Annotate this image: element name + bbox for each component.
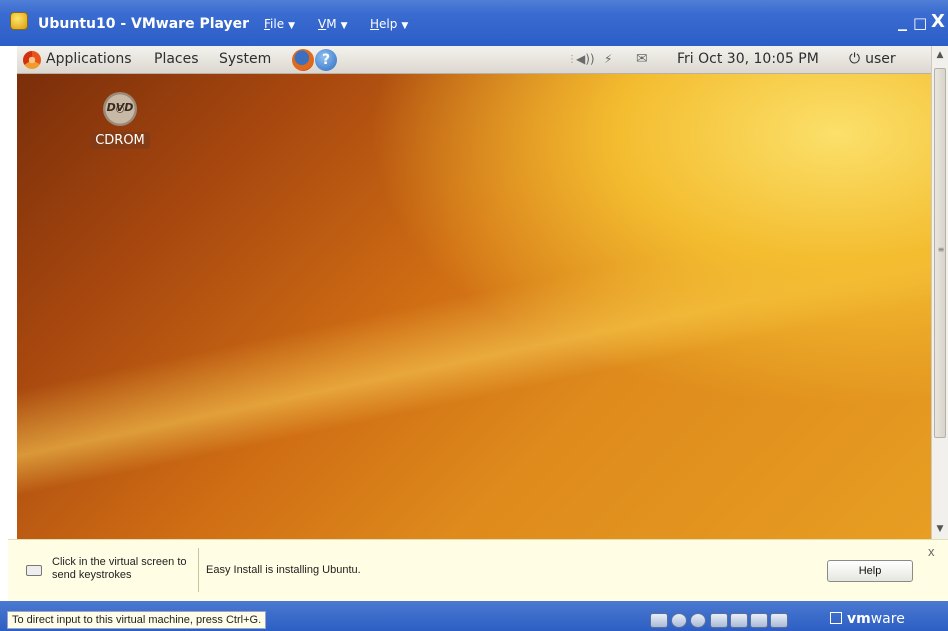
desktop-icon-cdrom[interactable]: DVD CDROM: [87, 92, 153, 149]
chevron-down-icon: ▼: [401, 21, 409, 31]
vmware-box-icon: [830, 612, 842, 624]
mail-icon[interactable]: ✉: [636, 51, 648, 67]
keystroke-hint: Click in the virtual screen to send keys…: [52, 556, 187, 581]
menu-file[interactable]: File ▼: [264, 17, 295, 31]
panel-clock[interactable]: Fri Oct 30, 10:05 PM: [677, 51, 819, 67]
menu-vm[interactable]: VM ▼: [318, 17, 348, 31]
cd-drive-2-icon[interactable]: [690, 613, 706, 628]
scroll-down-icon[interactable]: ▼: [932, 524, 948, 534]
info-bar-close-icon[interactable]: x: [928, 544, 935, 559]
chevron-down-icon: ▼: [340, 21, 348, 31]
info-bar: Click in the virtual screen to send keys…: [8, 539, 948, 601]
power-icon: ⏻: [849, 51, 861, 67]
divider: [198, 548, 199, 592]
help-icon[interactable]: ?: [315, 49, 337, 71]
menu-applications[interactable]: Applications: [46, 51, 132, 67]
user-name: user: [865, 51, 896, 67]
keyboard-icon: [26, 565, 42, 576]
install-status: Easy Install is installing Ubuntu.: [206, 564, 361, 576]
menu-help[interactable]: Help ▼: [370, 17, 408, 31]
maximize-button[interactable]: □: [913, 14, 927, 32]
menu-places[interactable]: Places: [154, 51, 199, 67]
firefox-icon[interactable]: [292, 49, 314, 71]
network-icon[interactable]: ⚡: [604, 52, 612, 66]
chevron-down-icon: ▼: [288, 21, 296, 31]
desktop-wallpaper[interactable]: DVD CDROM: [17, 74, 931, 539]
window-title: Ubuntu10 - VMware Player: [38, 16, 250, 32]
title-bar: Ubuntu10 - VMware Player File ▼ VM ▼ Help ▼…: [0, 0, 948, 46]
vmware-logo: vmware: [830, 611, 905, 627]
scrollbar-thumb[interactable]: ≡: [934, 68, 946, 438]
minimize-button[interactable]: _: [898, 13, 907, 31]
volume-icon[interactable]: ◀)): [576, 52, 595, 66]
dvd-icon: DVD: [103, 92, 137, 126]
scroll-up-icon[interactable]: ▲: [932, 50, 948, 60]
menu-system[interactable]: System: [219, 51, 271, 67]
desktop-icon-label: CDROM: [90, 132, 150, 149]
user-menu[interactable]: ⏻ user: [849, 51, 896, 67]
status-bar: To direct input to this virtual machine,…: [0, 601, 948, 631]
help-button[interactable]: Help: [827, 560, 913, 582]
floppy-icon[interactable]: [710, 613, 728, 628]
hard-disk-icon[interactable]: [650, 613, 668, 628]
sound-card-icon[interactable]: [770, 613, 788, 628]
cd-drive-icon[interactable]: [671, 613, 687, 628]
vertical-scrollbar[interactable]: ▲ ≡ ▼: [931, 46, 948, 539]
gnome-top-panel: Applications Places System ? ⋮ ◀)) ⚡ ✉ F…: [17, 46, 931, 74]
close-button[interactable]: X: [931, 13, 945, 31]
status-hint: To direct input to this virtual machine,…: [7, 611, 267, 629]
network-adapter-icon[interactable]: [730, 613, 748, 628]
ubuntu-logo-icon[interactable]: [23, 51, 41, 69]
usb-icon[interactable]: [750, 613, 768, 628]
grip-icon: ≡: [937, 245, 945, 254]
vmware-app-icon[interactable]: [10, 12, 28, 30]
virtual-machine-screen[interactable]: Applications Places System ? ⋮ ◀)) ⚡ ✉ F…: [17, 46, 931, 539]
